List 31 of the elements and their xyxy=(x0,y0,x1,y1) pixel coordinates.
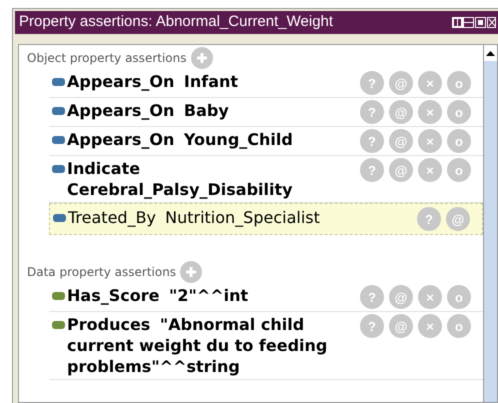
assertion-text: Treated_By Nutrition_Specialist xyxy=(68,207,321,228)
action-button[interactable]: @ xyxy=(389,158,413,182)
action-button[interactable]: ? xyxy=(360,314,384,338)
action-button[interactable]: @ xyxy=(446,207,470,231)
assertion-text: Appears_On Infant xyxy=(67,71,240,92)
action-button[interactable]: @ xyxy=(389,71,413,95)
inferred-row[interactable]: Treated_By Nutrition_Specialist ? @ xyxy=(49,203,483,235)
assertion-text: Produces "Abnormal child current weight du to feeding problems"^^string xyxy=(67,314,328,377)
assertion-text: Appears_On Young_Child xyxy=(67,129,294,150)
action-button[interactable]: × xyxy=(418,285,442,309)
assertion-text: Has_Score "2"^^int xyxy=(67,285,250,306)
assertion-text: Appears_On Baby xyxy=(67,100,230,121)
window-title: Property assertions: Abnormal_Current_Weight xyxy=(19,12,334,32)
action-button[interactable]: @ xyxy=(389,314,413,338)
action-button[interactable]: × xyxy=(418,71,442,95)
action-button[interactable]: @ xyxy=(389,129,413,153)
action-button[interactable]: × xyxy=(418,100,442,124)
action-button[interactable]: @ xyxy=(389,100,413,124)
action-button[interactable]: × xyxy=(418,129,442,153)
action-button[interactable]: ? xyxy=(360,129,384,153)
action-button[interactable]: ? xyxy=(360,158,384,182)
section-title: Object property assertions xyxy=(27,50,186,67)
action-button[interactable]: ? xyxy=(417,207,441,231)
section-title: Data property assertions xyxy=(27,264,176,281)
action-button[interactable]: @ xyxy=(389,285,413,309)
action-button[interactable]: ? xyxy=(360,285,384,309)
assertion-text: Indicate Cerebral_Palsy_Disability xyxy=(67,158,294,200)
action-button[interactable]: × xyxy=(418,314,442,338)
action-button[interactable]: ? xyxy=(360,100,384,124)
action-button[interactable]: × xyxy=(418,158,442,182)
action-button[interactable]: ? xyxy=(360,71,384,95)
